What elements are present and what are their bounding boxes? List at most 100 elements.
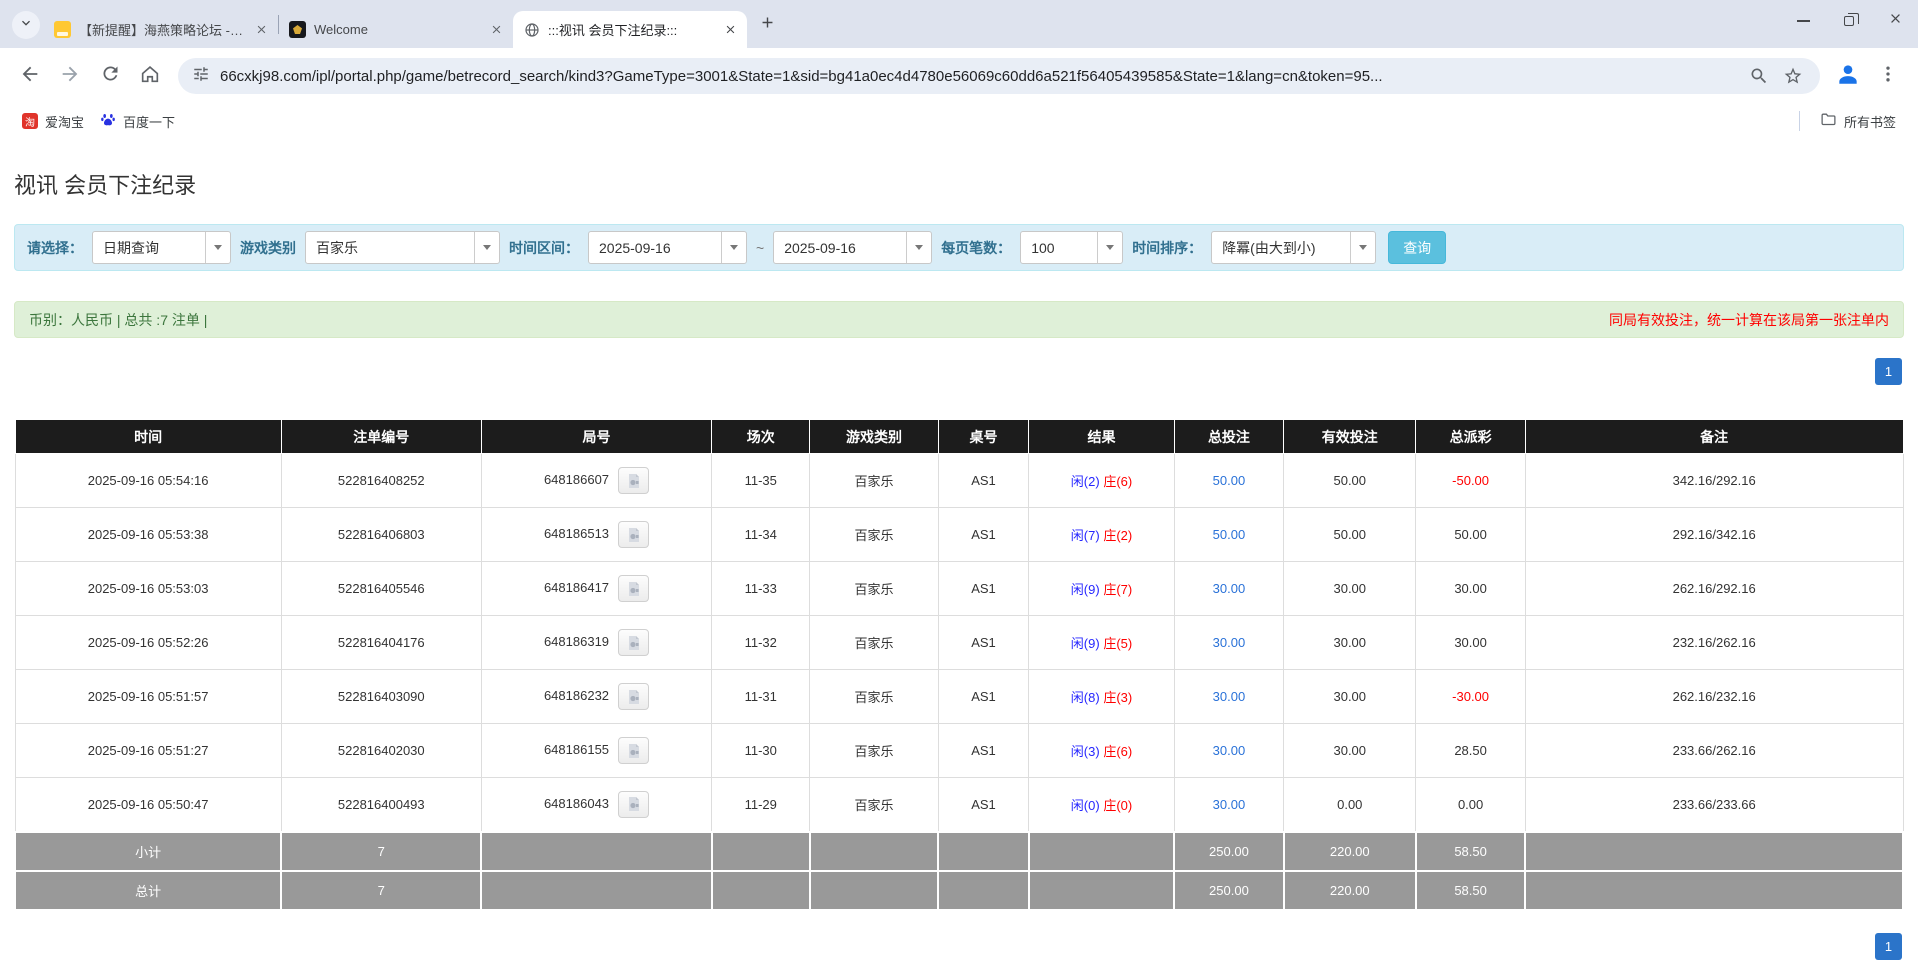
tab-forum[interactable]: 【新提醒】海燕策略论坛 - 综合 — [44, 11, 278, 48]
dropdown-arrow-icon[interactable] — [1350, 232, 1375, 263]
date-to-select[interactable]: 2025-09-16 — [773, 231, 932, 264]
table-no-cell: AS1 — [938, 670, 1029, 724]
page-1-button[interactable]: 1 — [1875, 358, 1902, 385]
tab-close-icon[interactable] — [252, 21, 270, 39]
search-button[interactable]: 查询 — [1388, 231, 1446, 264]
video-replay-button[interactable] — [618, 575, 649, 602]
dropdown-arrow-icon[interactable] — [205, 232, 230, 263]
date-to-value: 2025-09-16 — [774, 232, 906, 263]
round-cell: 648186155 — [481, 724, 711, 778]
welcome-favicon-icon — [289, 21, 306, 38]
page-size-select[interactable]: 100 — [1020, 231, 1123, 264]
payout-value: 0.00 — [1458, 797, 1483, 812]
bookmark-label: 爱淘宝 — [45, 112, 84, 131]
table-row: 2025-09-16 05:52:26522816404176648186319… — [15, 616, 1903, 670]
reload-icon — [100, 63, 121, 89]
time-cell: 2025-09-16 05:51:57 — [15, 670, 281, 724]
video-replay-button[interactable] — [618, 521, 649, 548]
result-banker: 庄(0) — [1103, 798, 1132, 813]
back-button[interactable] — [12, 58, 48, 94]
total-row: 总计 7 250.00 220.00 58.50 — [15, 871, 1903, 910]
film-icon — [626, 635, 642, 651]
film-icon — [626, 581, 642, 597]
valid-bet-cell: 30.00 — [1284, 670, 1416, 724]
profile-button[interactable] — [1830, 58, 1866, 94]
video-replay-button[interactable] — [618, 683, 649, 710]
filter-panel: 请选择： 日期查询 游戏类别 百家乐 时间区间： 2025-09-16 ~ 20… — [14, 224, 1904, 271]
header-result: 结果 — [1029, 420, 1174, 454]
result-player: 闲(0) — [1071, 798, 1100, 813]
address-bar[interactable]: 66cxkj98.com/ipl/portal.php/game/betreco… — [178, 58, 1820, 94]
tab-close-icon[interactable] — [487, 21, 505, 39]
video-replay-button[interactable] — [618, 737, 649, 764]
chrome-menu-button[interactable] — [1870, 58, 1906, 94]
dropdown-arrow-icon[interactable] — [1097, 232, 1122, 263]
payout-cell: 28.50 — [1416, 724, 1526, 778]
taobao-icon: 淘 — [22, 113, 38, 129]
result-player: 闲(3) — [1071, 744, 1100, 759]
tab-search-button[interactable] — [12, 11, 40, 39]
table-no-cell: AS1 — [938, 562, 1029, 616]
dropdown-arrow-icon[interactable] — [906, 232, 931, 263]
bet-id-cell: 522816400493 — [281, 778, 481, 832]
total-bet-link[interactable]: 50.00 — [1213, 473, 1246, 488]
tab-strip: 【新提醒】海燕策略论坛 - 综合 Welcome :::视讯 会员下注纪录::: — [0, 0, 1918, 48]
remark-cell: 233.66/262.16 — [1525, 724, 1903, 778]
video-replay-button[interactable] — [618, 791, 649, 818]
home-button[interactable] — [132, 58, 168, 94]
query-type-select[interactable]: 日期查询 — [92, 231, 231, 264]
page-1-button[interactable]: 1 — [1875, 933, 1902, 960]
forward-button[interactable] — [52, 58, 88, 94]
total-bet-link[interactable]: 30.00 — [1213, 743, 1246, 758]
header-total-bet: 总投注 — [1174, 420, 1284, 454]
total-bet-cell: 30.00 — [1174, 670, 1284, 724]
remark-cell: 232.16/262.16 — [1525, 616, 1903, 670]
restore-button[interactable] — [1826, 0, 1872, 42]
new-tab-button[interactable] — [753, 11, 781, 39]
bookmark-taobao[interactable]: 淘 爱淘宝 — [14, 108, 92, 135]
close-icon — [1888, 11, 1903, 31]
minimize-button[interactable] — [1780, 0, 1826, 42]
bookmark-baidu[interactable]: 百度一下 — [92, 108, 183, 135]
restore-icon — [1844, 16, 1854, 26]
bookmark-star-icon[interactable] — [1780, 63, 1806, 89]
result-player: 闲(7) — [1071, 528, 1100, 543]
total-bet-link[interactable]: 30.00 — [1213, 581, 1246, 596]
warning-text: 同局有效投注，统一计算在该局第一张注单内 — [1609, 310, 1889, 330]
tab-bet-record-active[interactable]: :::视讯 会员下注纪录::: — [513, 11, 747, 48]
remark-cell: 292.16/342.16 — [1525, 508, 1903, 562]
site-settings-icon[interactable] — [192, 65, 210, 88]
game-type-select[interactable]: 百家乐 — [305, 231, 500, 264]
folder-icon — [1820, 111, 1837, 131]
pagination-top: 1 — [16, 358, 1902, 385]
sort-select[interactable]: 降冪(由大到小) — [1211, 231, 1376, 264]
profile-avatar-icon — [1835, 61, 1861, 92]
query-type-value: 日期查询 — [93, 232, 205, 263]
date-from-select[interactable]: 2025-09-16 — [588, 231, 747, 264]
reload-button[interactable] — [92, 58, 128, 94]
dropdown-arrow-icon[interactable] — [474, 232, 499, 263]
total-bet-link[interactable]: 50.00 — [1213, 527, 1246, 542]
table-row: 2025-09-16 05:50:47522816400493648186043… — [15, 778, 1903, 832]
bet-id-cell: 522816405546 — [281, 562, 481, 616]
zoom-icon[interactable] — [1746, 63, 1772, 89]
all-bookmarks-button[interactable]: 所有书签 — [1812, 107, 1904, 135]
total-total-bet: 250.00 — [1174, 871, 1284, 910]
plus-icon — [759, 14, 776, 36]
tab-welcome[interactable]: Welcome — [279, 11, 513, 48]
payout-value: 30.00 — [1454, 581, 1487, 596]
film-icon — [626, 527, 642, 543]
video-replay-button[interactable] — [618, 467, 649, 494]
payout-cell: 0.00 — [1416, 778, 1526, 832]
total-bet-link[interactable]: 30.00 — [1213, 689, 1246, 704]
total-bet-link[interactable]: 30.00 — [1213, 797, 1246, 812]
video-replay-button[interactable] — [618, 629, 649, 656]
sort-value: 降冪(由大到小) — [1212, 232, 1350, 263]
date-from-value: 2025-09-16 — [589, 232, 721, 263]
close-window-button[interactable] — [1872, 0, 1918, 42]
dropdown-arrow-icon[interactable] — [721, 232, 746, 263]
header-time: 时间 — [15, 420, 281, 454]
total-bet-link[interactable]: 30.00 — [1213, 635, 1246, 650]
total-valid-bet: 220.00 — [1284, 871, 1416, 910]
tab-close-icon[interactable] — [721, 21, 739, 39]
